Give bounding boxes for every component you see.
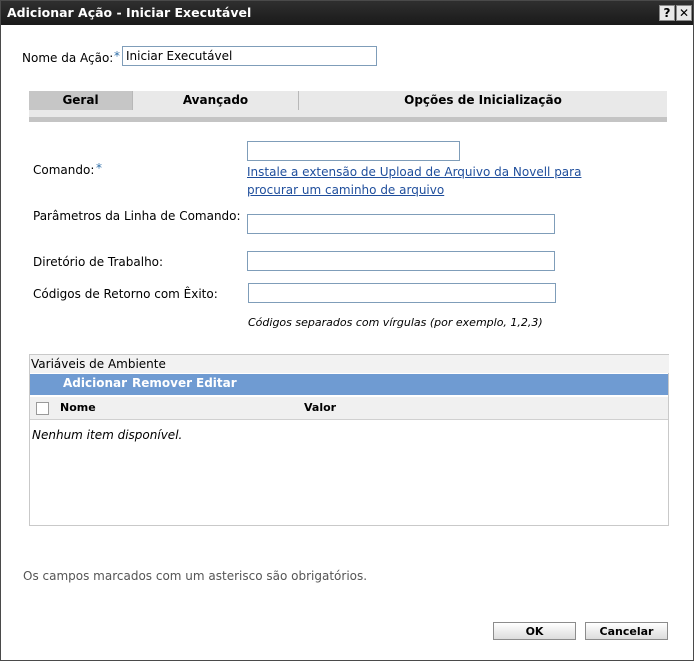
tab-geral[interactable]: Geral (29, 91, 133, 110)
required-fields-note: Os campos marcados com um asterisco são … (23, 569, 368, 583)
command-label: Comando: (33, 163, 95, 177)
table-header: Nome Valor (30, 397, 668, 420)
close-button[interactable]: ✕ (676, 5, 692, 21)
return-codes-hint: Códigos separados com vírgulas (por exem… (248, 316, 543, 329)
column-name-header[interactable]: Nome (60, 401, 96, 414)
workdir-label: Diretório de Trabalho: (33, 255, 164, 269)
help-button[interactable]: ? (659, 5, 675, 21)
upload-extension-link[interactable]: Instale a extensão de Upload de Arquivo … (247, 163, 581, 182)
return-codes-input[interactable] (248, 283, 556, 303)
column-value-header[interactable]: Valor (304, 401, 336, 414)
params-label: Parâmetros da Linha de Comando: (33, 209, 241, 223)
tab-avancado[interactable]: Avançado (133, 91, 299, 110)
params-input[interactable] (247, 214, 555, 234)
add-button[interactable]: Adicionar (63, 376, 127, 390)
command-input[interactable] (247, 141, 460, 161)
cancel-button[interactable]: Cancelar (585, 622, 668, 640)
dialog: Adicionar Ação - Iniciar Executável ? ✕ … (0, 0, 694, 661)
action-name-required-mark: * (114, 49, 120, 63)
empty-table-message: Nenhum item disponível. (32, 428, 183, 442)
tab-opcoes-inicializacao[interactable]: Opções de Inicialização (299, 91, 667, 110)
edit-button[interactable]: Editar (196, 376, 237, 390)
env-vars-title: Variáveis de Ambiente (30, 355, 669, 373)
remove-button[interactable]: Remover (132, 376, 192, 390)
workdir-input[interactable] (247, 251, 555, 271)
action-name-input[interactable] (122, 46, 377, 66)
dialog-title: Adicionar Ação - Iniciar Executável (7, 5, 252, 20)
return-codes-label: Códigos de Retorno com Êxito: (33, 287, 218, 301)
upload-extension-link-line2[interactable]: procurar um caminho de arquivo (247, 181, 444, 200)
command-required-mark: * (96, 161, 102, 175)
env-vars-panel: Variáveis de Ambiente Adicionar Remover … (29, 354, 669, 526)
env-vars-toolbar: Adicionar Remover Editar (30, 374, 668, 395)
ok-button[interactable]: OK (493, 622, 576, 640)
action-name-label: Nome da Ação: (22, 51, 114, 65)
tab-bar: Geral Avançado Opções de Inicialização (29, 91, 667, 122)
select-all-checkbox[interactable] (36, 402, 49, 415)
title-bar: Adicionar Ação - Iniciar Executável ? ✕ (1, 1, 693, 25)
